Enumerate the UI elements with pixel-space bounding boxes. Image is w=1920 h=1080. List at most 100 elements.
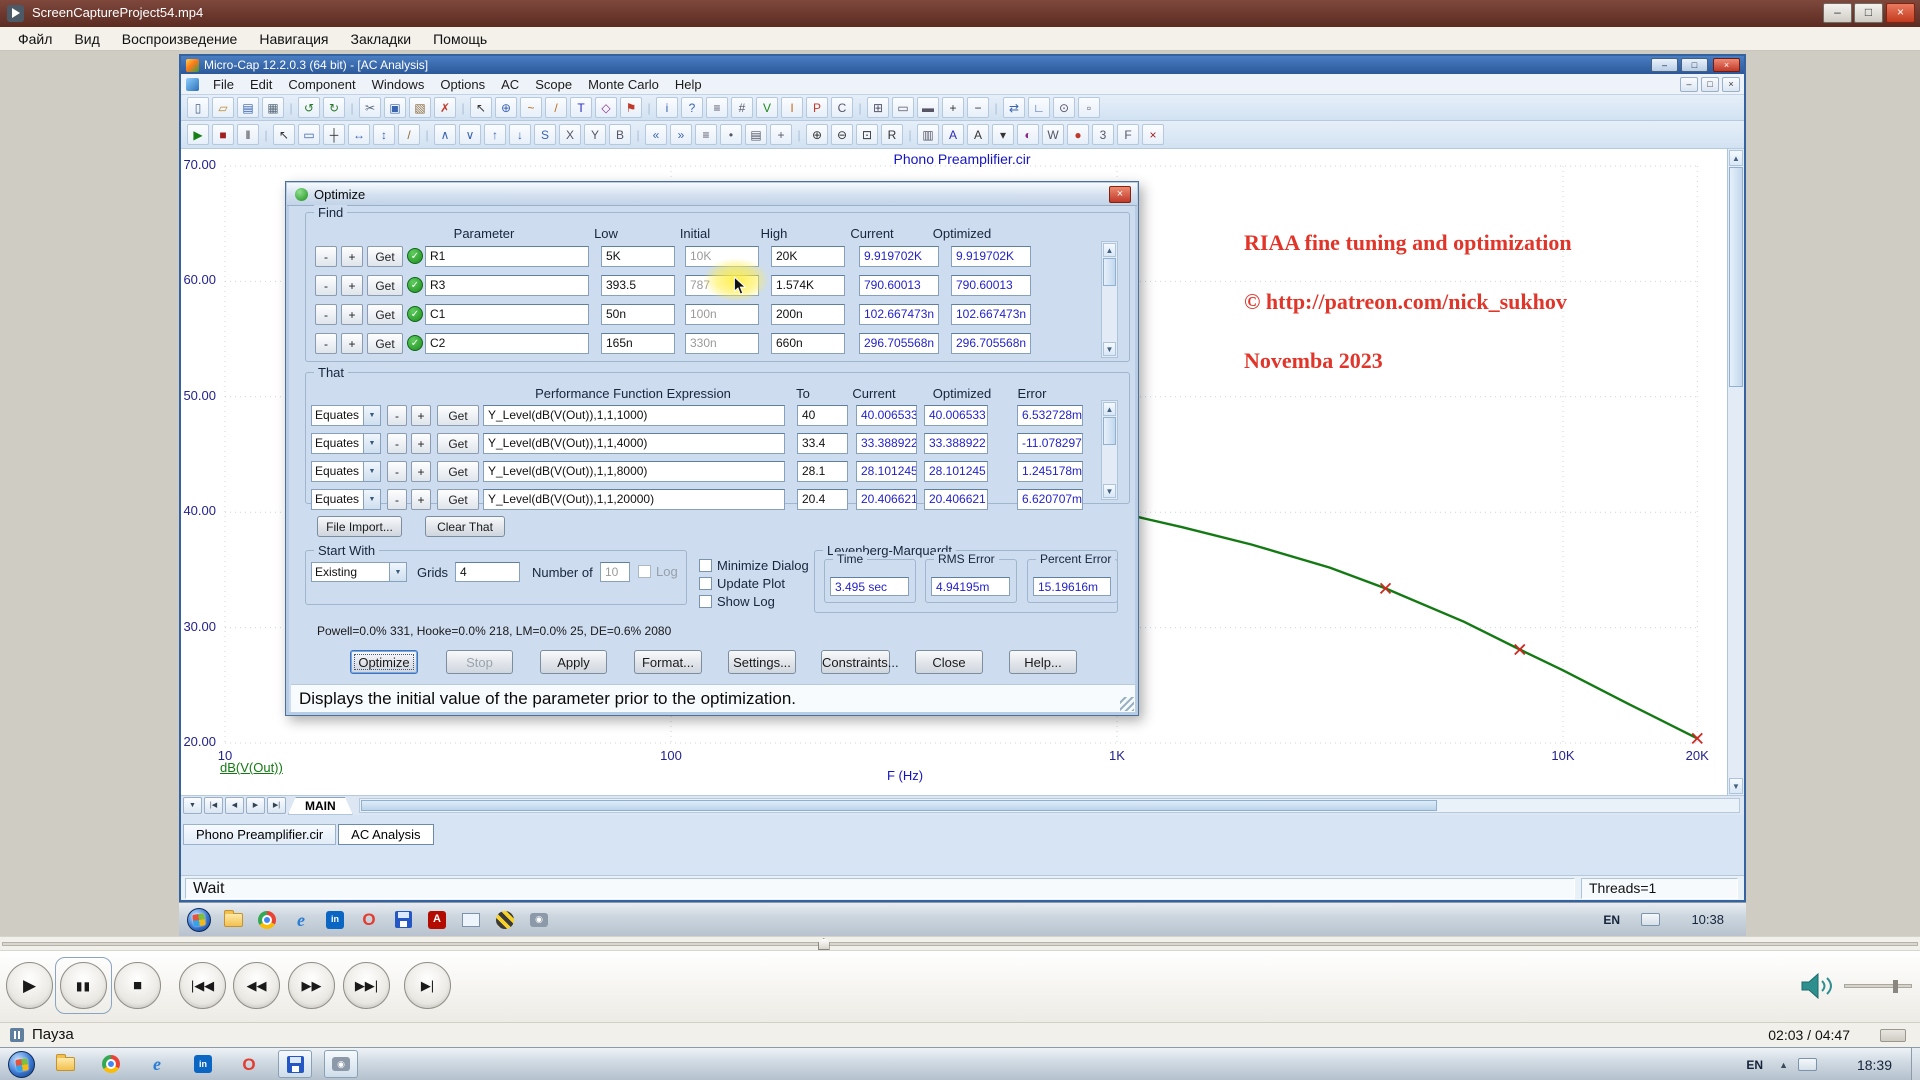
- save-tool-icon[interactable]: [278, 1050, 312, 1078]
- decrement-button[interactable]: -: [315, 333, 337, 354]
- parameter-field[interactable]: C1: [425, 304, 589, 325]
- capture-tool-icon[interactable]: ◉: [527, 908, 551, 932]
- microcap-menu-item[interactable]: Help: [667, 75, 710, 94]
- select-cursor-icon[interactable]: ↖: [273, 124, 295, 145]
- microcap-titlebar[interactable]: Micro-Cap 12.2.0.3 (64 bit) - [AC Analys…: [181, 56, 1744, 74]
- three-d-plot-icon[interactable]: 3: [1092, 124, 1114, 145]
- pause-sim-icon[interactable]: ‖: [237, 124, 259, 145]
- increment-button[interactable]: +: [411, 433, 431, 454]
- skip-start-button[interactable]: |◀◀: [179, 962, 226, 1009]
- flip-icon[interactable]: ⇄: [1003, 97, 1025, 118]
- decrement-button[interactable]: -: [315, 246, 337, 267]
- acrobat-icon[interactable]: A: [425, 908, 449, 932]
- zoom-box-icon[interactable]: ▭: [298, 124, 320, 145]
- diagonal-wire-mode-icon[interactable]: /: [545, 97, 567, 118]
- decrement-button[interactable]: -: [315, 275, 337, 296]
- start-with-select[interactable]: Existing▼: [311, 562, 407, 582]
- annotate-icon[interactable]: /: [398, 124, 420, 145]
- print-icon[interactable]: ▦: [262, 97, 284, 118]
- separator[interactable]: |: [795, 124, 803, 145]
- conditions-icon[interactable]: C: [831, 97, 853, 118]
- bee-icon[interactable]: [493, 908, 517, 932]
- pause-button[interactable]: ▮▮: [60, 962, 107, 1009]
- microcap-menu-item[interactable]: Monte Carlo: [580, 75, 667, 94]
- low-field[interactable]: 5K: [601, 246, 675, 267]
- apply-button[interactable]: Apply: [540, 650, 607, 674]
- grids-field[interactable]: 4: [455, 562, 520, 582]
- graphics-mode-icon[interactable]: ◇: [595, 97, 617, 118]
- checkbox-box[interactable]: [699, 577, 712, 590]
- paste-icon[interactable]: ▧: [409, 97, 431, 118]
- scroll-up-button[interactable]: ▲: [1103, 402, 1116, 416]
- parameter-enabled-icon[interactable]: ✓: [407, 277, 423, 293]
- player-titlebar[interactable]: ScreenCaptureProject54.mp4 – □ ×: [0, 0, 1920, 27]
- increment-button[interactable]: +: [411, 489, 431, 510]
- minimize-dialog-checkbox[interactable]: Minimize Dialog: [699, 558, 809, 573]
- dropdown-arrow-icon[interactable]: ▼: [363, 490, 380, 509]
- dropdown-arrow-icon[interactable]: ▼: [363, 406, 380, 425]
- separator[interactable]: |: [423, 124, 431, 145]
- clock[interactable]: 10:38: [1691, 912, 1724, 927]
- vertical-tag-icon[interactable]: ↕: [373, 124, 395, 145]
- log-checkbox[interactable]: Log: [638, 564, 678, 579]
- start-button[interactable]: [187, 908, 211, 932]
- peak-icon[interactable]: ∧: [434, 124, 456, 145]
- ruler-icon[interactable]: ▤: [745, 124, 767, 145]
- high-icon[interactable]: ↑: [484, 124, 506, 145]
- parameter-enabled-icon[interactable]: ✓: [407, 306, 423, 322]
- initial-field[interactable]: 330n: [685, 333, 759, 354]
- border-toggle-icon[interactable]: ▭: [892, 97, 914, 118]
- grid-toggle-icon[interactable]: ⊞: [867, 97, 889, 118]
- vertical-scrollbar[interactable]: ▲ ▼: [1727, 149, 1744, 795]
- separator[interactable]: |: [645, 97, 653, 118]
- exit-analysis-icon[interactable]: ×: [1142, 124, 1164, 145]
- microcap-minimize-button[interactable]: –: [1651, 58, 1678, 72]
- flag-mode-icon[interactable]: ⚑: [620, 97, 642, 118]
- expression-field[interactable]: Y_Level(dB(V(Out)),1,1,1000): [483, 405, 785, 426]
- opera-icon[interactable]: O: [357, 908, 381, 932]
- restore-scale-icon[interactable]: R: [881, 124, 903, 145]
- horizontal-tag-icon[interactable]: ↔: [348, 124, 370, 145]
- microcap-menu-item[interactable]: AC: [493, 75, 527, 94]
- chrome-icon[interactable]: [94, 1050, 128, 1078]
- help-button[interactable]: Help...: [1009, 650, 1077, 674]
- title-block-icon[interactable]: ▬: [917, 97, 939, 118]
- player-menu-item[interactable]: Воспроизведение: [112, 29, 248, 49]
- scroll-down-button[interactable]: ▼: [1103, 484, 1116, 498]
- previous-page-button[interactable]: ◀: [225, 797, 244, 814]
- player-menu-item[interactable]: Закладки: [341, 29, 422, 49]
- increment-button[interactable]: +: [411, 405, 431, 426]
- find-icon[interactable]: ⊙: [1053, 97, 1075, 118]
- expression-field[interactable]: Y_Level(dB(V(Out)),1,1,20000): [483, 489, 785, 510]
- explorer-icon[interactable]: [221, 908, 245, 932]
- cursor-right-icon[interactable]: »: [670, 124, 692, 145]
- font-icon[interactable]: A: [967, 124, 989, 145]
- rotate-icon[interactable]: ∟: [1028, 97, 1050, 118]
- breakpoint-icon[interactable]: ●: [1067, 124, 1089, 145]
- parameter-field[interactable]: R1: [425, 246, 589, 267]
- decrement-button[interactable]: -: [387, 461, 407, 482]
- cursor-mode-icon[interactable]: ┼: [323, 124, 345, 145]
- checkbox-box[interactable]: [638, 565, 651, 578]
- parameter-field[interactable]: R3: [425, 275, 589, 296]
- expression-field[interactable]: Y_Level(dB(V(Out)),1,1,8000): [483, 461, 785, 482]
- go-to-y-icon[interactable]: Y: [584, 124, 606, 145]
- delete-icon[interactable]: ✗: [434, 97, 456, 118]
- find-scrollbar-thumb[interactable]: [1103, 258, 1116, 286]
- microcap-menu-item[interactable]: Component: [280, 75, 363, 94]
- zoom-out-plot-icon[interactable]: ⊖: [831, 124, 853, 145]
- horizontal-scrollbar[interactable]: [359, 798, 1740, 813]
- seek-bar[interactable]: [0, 936, 1920, 950]
- frame-step-button[interactable]: ▶|: [404, 962, 451, 1009]
- get-button[interactable]: Get: [367, 246, 403, 267]
- decrement-button[interactable]: -: [387, 489, 407, 510]
- tag-point-icon[interactable]: +: [770, 124, 792, 145]
- that-scrollbar[interactable]: ▲ ▼: [1101, 400, 1118, 500]
- operator-select[interactable]: Equates▼: [311, 433, 381, 454]
- redo-icon[interactable]: ↻: [323, 97, 345, 118]
- capture-tool-icon[interactable]: ◉: [324, 1050, 358, 1078]
- expression-field[interactable]: Y_Level(dB(V(Out)),1,1,4000): [483, 433, 785, 454]
- separator[interactable]: |: [992, 97, 1000, 118]
- number-of-field[interactable]: 10: [600, 562, 630, 582]
- to-field[interactable]: 28.1: [797, 461, 848, 482]
